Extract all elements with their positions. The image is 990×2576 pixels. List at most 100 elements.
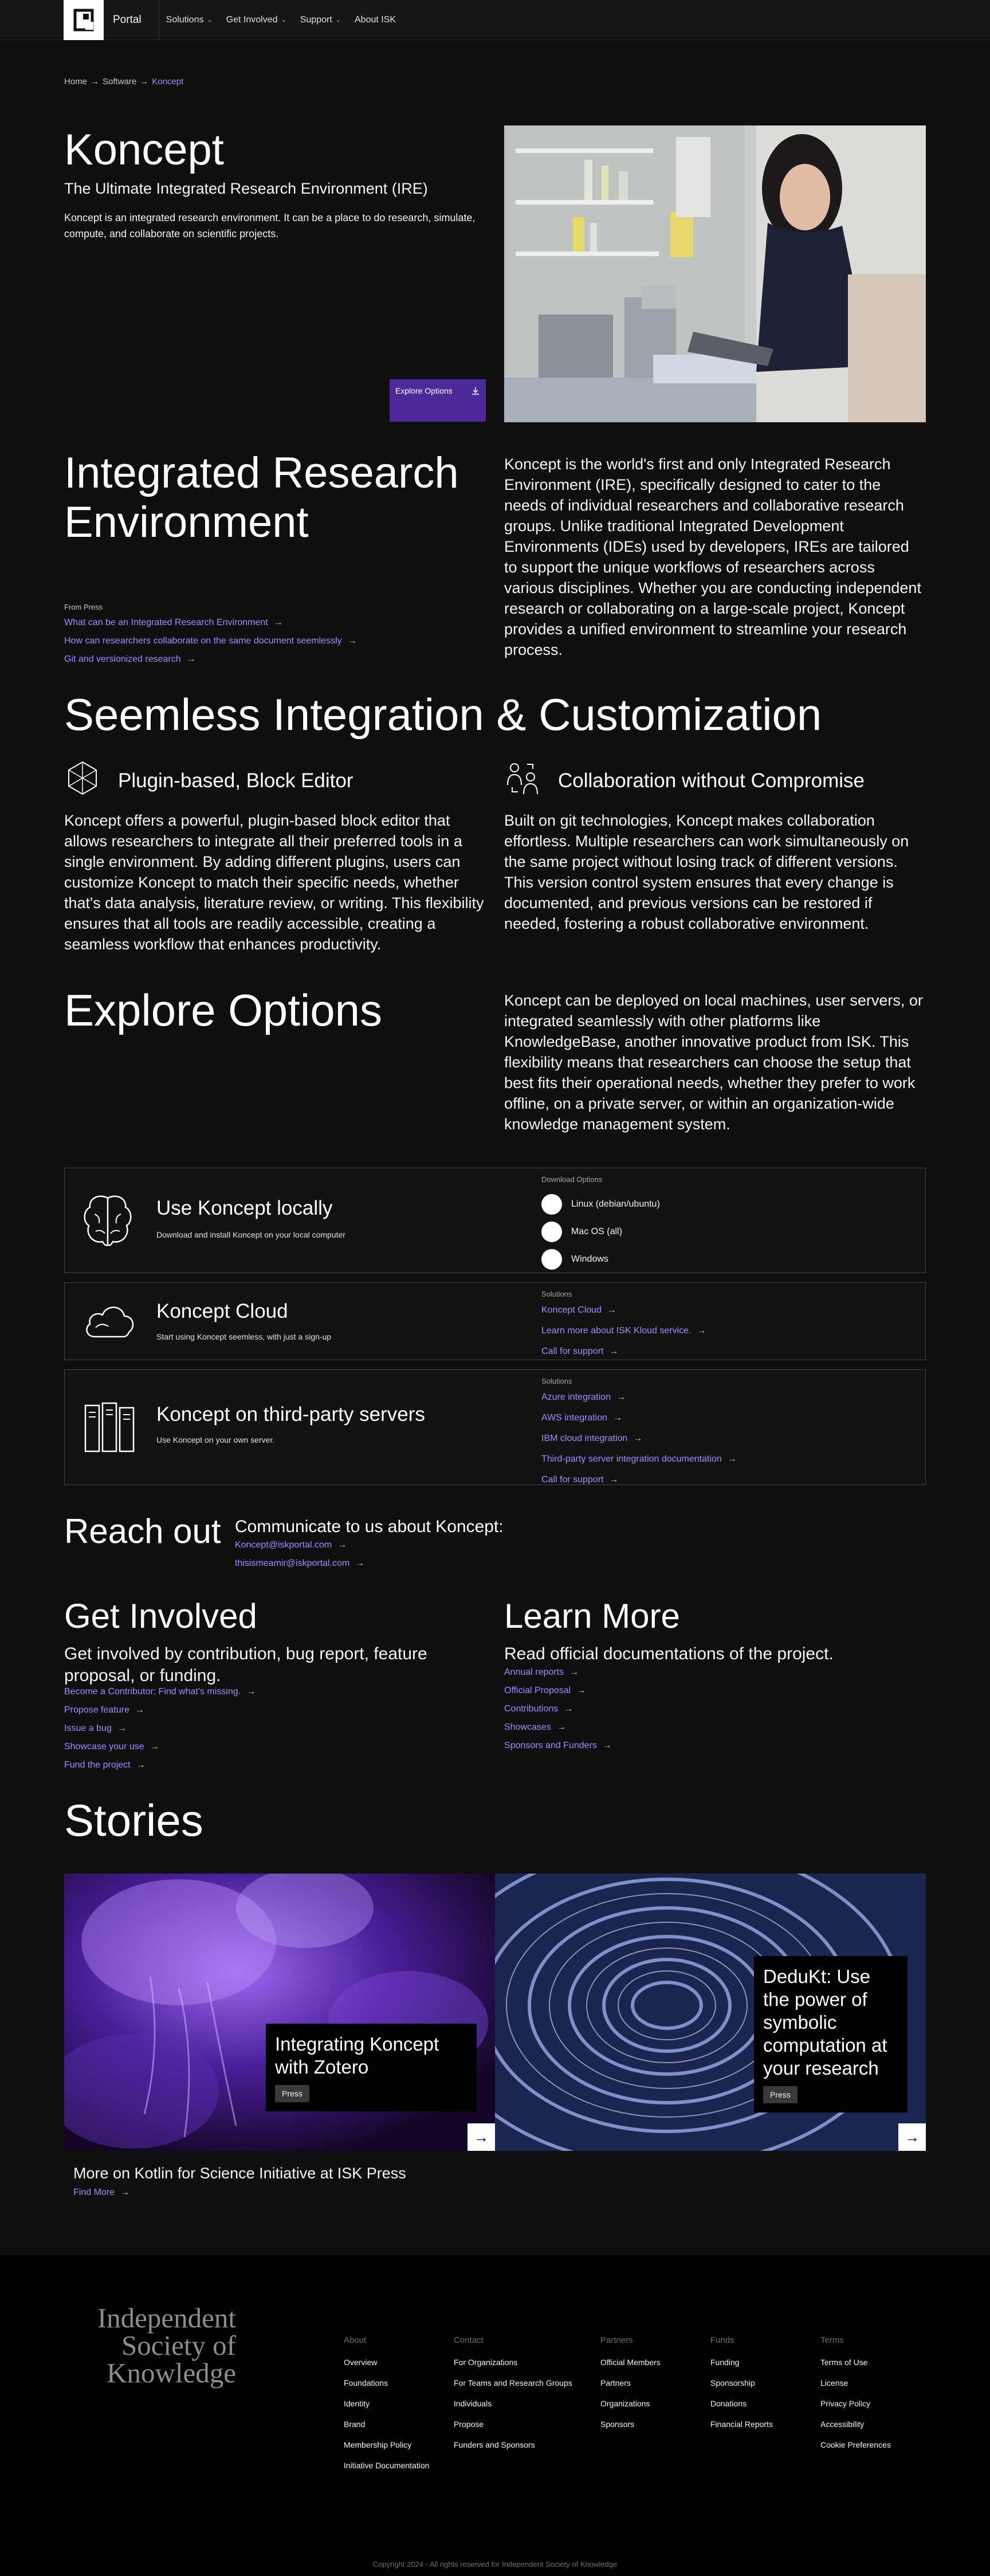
nav-about-isk[interactable]: About ISK [348,0,403,40]
press-link[interactable]: How can researchers collaborate on the s… [64,636,357,646]
download-windows[interactable]: Windows [541,1246,660,1273]
footer-link[interactable]: Terms of Use [820,2358,891,2367]
arrow-right-icon[interactable]: → [467,2123,495,2151]
nav-label: Support [300,14,332,25]
footer-column-about: About Overview Foundations Identity Bran… [344,2335,429,2470]
link-label: AWS integration [541,1413,608,1423]
nav-label: Solutions [166,14,204,25]
nav-support[interactable]: Support ⌄ [293,0,348,40]
footer-link[interactable]: Accessibility [820,2420,891,2429]
nav-solutions[interactable]: Solutions ⌄ [159,0,219,40]
breadcrumb-home[interactable]: Home [64,77,87,87]
breadcrumb-software[interactable]: Software [103,77,136,87]
feature-collaboration-body: Built on git technologies, Koncept makes… [504,812,909,932]
download-mac[interactable]: Mac OS (all) [541,1218,660,1246]
footer-link[interactable]: Propose [454,2420,572,2429]
press-link[interactable]: What can be an Integrated Research Envir… [64,618,357,628]
arrow-right-icon: → [633,1434,643,1443]
email-link[interactable]: thisismeamir@iskportal.com → [235,1558,364,1569]
footer-link[interactable]: Funding [710,2358,773,2367]
arrow-right-icon[interactable]: → [898,2123,926,2151]
logo-line: Knowledge [107,2357,236,2389]
footer-link[interactable]: Overview [344,2358,429,2367]
windows-icon [541,1249,562,1270]
doc-link[interactable]: Contributions → [504,1704,612,1714]
learn-more-links: Annual reports → Official Proposal → Contr… [504,1667,612,1751]
card-title: Use Koncept locally [156,1197,333,1219]
footer-link[interactable]: Official Members [600,2358,661,2367]
doc-link[interactable]: Sponsors and Funders → [504,1741,612,1751]
link-label: Find More [73,2188,115,2197]
footer-link[interactable]: Privacy Policy [820,2399,891,2408]
footer-link[interactable]: Sponsors [600,2420,661,2429]
chevron-down-icon: ⌄ [281,17,286,23]
link-label: Issue a bug [64,1723,112,1733]
press-link[interactable]: Git and versionized research → [64,654,357,665]
footer-heading: Funds [710,2335,734,2345]
cloud-solutions: Solutions Koncept Cloud → Learn more abou… [541,1290,706,1357]
footer-link[interactable]: For Organizations [454,2358,572,2367]
link-label: How can researchers collaborate on the s… [64,636,342,646]
story-card-zotero[interactable]: Integrating Koncept with Zotero Press → [64,1874,495,2151]
integration-section-title: Seemless Integration & Customization [64,689,822,740]
arrow-right-icon: → [246,1687,256,1697]
hero-subtitle: The Ultimate Integrated Research Environ… [64,180,428,197]
nav-get-involved[interactable]: Get Involved ⌄ [219,0,293,40]
footer-link[interactable]: License [820,2378,891,2387]
footer-link[interactable]: Individuals [454,2399,572,2408]
press-links: What can be an Integrated Research Envir… [64,618,357,665]
doc-link[interactable]: Annual reports → [504,1667,612,1678]
link-label: Contributions [504,1704,559,1714]
solution-link[interactable]: Learn more about ISK Kloud service. → [541,1326,706,1336]
solution-link[interactable]: AWS integration → [541,1413,737,1423]
stories-title: Stories [64,1795,203,1845]
footer-link[interactable]: Funders and Sponsors [454,2440,572,2449]
email-link[interactable]: Koncept@iskportal.com → [235,1540,364,1550]
footer-link[interactable]: Cookie Preferences [820,2440,891,2449]
footer-link[interactable]: Donations [710,2399,773,2408]
footer-link[interactable]: Initiative Documentation [344,2461,429,2470]
footer-link[interactable]: Financial Reports [710,2420,773,2429]
solution-link[interactable]: Azure integration → [541,1392,737,1403]
story-card-dedukt[interactable]: DeduKt: Use the power of symbolic comput… [495,1874,926,2151]
involve-link[interactable]: Showcase your use → [64,1742,256,1752]
solution-link[interactable]: Call for support → [541,1346,706,1357]
download-icon [471,386,480,397]
main-nav: Solutions ⌄ Get Involved ⌄ Support ⌄ About … [158,0,403,40]
footer-link[interactable]: For Teams and Research Groups [454,2378,572,2387]
find-more-link[interactable]: Find More → [73,2188,129,2198]
download-linux[interactable]: Linux (debian/ubuntu) [541,1191,660,1218]
breadcrumb-current[interactable]: Koncept [152,77,183,87]
footer-link[interactable]: Brand [344,2420,429,2429]
explore-options-button[interactable]: Explore Options [390,379,486,422]
footer-link[interactable]: Foundations [344,2378,429,2387]
footer-link[interactable]: Organizations [600,2399,661,2408]
arrow-right-icon: → [556,1722,566,1732]
doc-link[interactable]: Showcases → [504,1722,612,1733]
option-card-local: Use Koncept locally Download and install… [64,1168,926,1273]
involve-link[interactable]: Fund the project → [64,1760,256,1770]
arrow-right-icon: → [117,1723,127,1733]
portal-logo[interactable] [64,0,104,40]
brand-name[interactable]: Portal [113,14,142,26]
ire-description: Koncept is the world's first and only In… [504,455,921,658]
involve-link[interactable]: Become a Contributor: Find what's missin… [64,1687,256,1697]
learn-more-title: Learn More [504,1597,680,1635]
isk-footer-logo[interactable]: Independent Society of Knowledge [64,2304,236,2387]
solution-link[interactable]: IBM cloud integration → [541,1434,737,1444]
solution-link[interactable]: Call for support → [541,1475,737,1485]
footer-link[interactable]: Sponsorship [710,2378,773,2387]
footer-link[interactable]: Membership Policy [344,2440,429,2449]
arrow-right-icon: → [136,1760,146,1770]
involve-link[interactable]: Issue a bug → [64,1723,256,1734]
arrow-right-icon: → [569,1667,579,1677]
solution-link[interactable]: Koncept Cloud → [541,1305,706,1316]
link-label: Azure integration [541,1392,611,1402]
involve-link[interactable]: Propose feature → [64,1705,256,1715]
footer-link[interactable]: Partners [600,2378,661,2387]
link-label: Git and versionized research [64,654,181,664]
footer-link[interactable]: Identity [344,2399,429,2408]
solution-link[interactable]: Third-party server integration documenta… [541,1454,737,1464]
doc-link[interactable]: Official Proposal → [504,1686,612,1696]
ire-section-title: Integrated Research Environment [64,449,459,547]
